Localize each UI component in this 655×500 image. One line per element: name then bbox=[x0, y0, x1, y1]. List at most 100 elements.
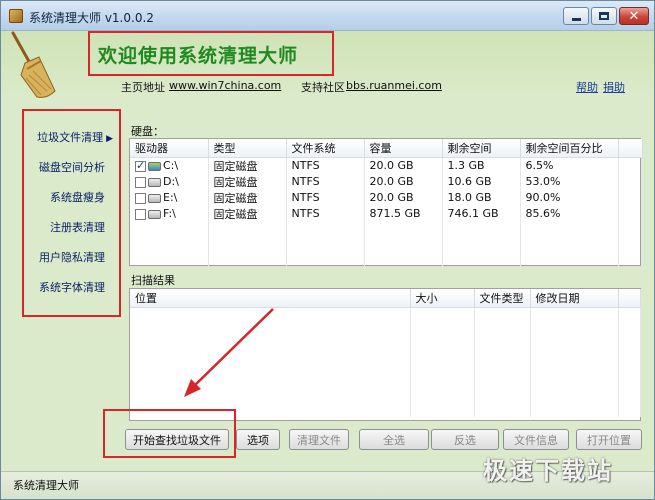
donate-link[interactable]: 捐助 bbox=[603, 79, 625, 95]
sidebar-item-fonts[interactable]: 系统字体清理 bbox=[39, 279, 105, 295]
drive-cell: C:\ bbox=[130, 157, 209, 174]
results-table-panel: 位置 大小 文件类型 修改日期 bbox=[129, 288, 641, 421]
disk-table-panel: 驱动器 类型 文件系统 容量 剩余空间 剩余空间百分比 C:\ 固定磁盘 NTF… bbox=[129, 138, 643, 270]
table-row[interactable]: F:\ 固定磁盘 NTFS 871.5 GB 746.1 GB 85.6% bbox=[130, 205, 643, 222]
column-header-modified[interactable]: 修改日期 bbox=[530, 289, 619, 308]
column-header-location[interactable]: 位置 bbox=[130, 289, 411, 308]
drive-cell: D:\ bbox=[130, 173, 209, 190]
site-watermark: 极速下载站 bbox=[483, 457, 613, 485]
help-link[interactable]: 帮助 bbox=[576, 79, 598, 95]
results-section-label: 扫描结果 bbox=[131, 274, 175, 287]
column-header-capacity[interactable]: 容量 bbox=[364, 139, 443, 158]
hard-drive-icon bbox=[148, 177, 161, 187]
status-text: 系统清理大师 bbox=[13, 479, 79, 492]
app-window: 系统清理大师 v1.0.0.2 ✕ 欢迎使用系统清理大师 主页地址 www.wi… bbox=[0, 0, 655, 500]
column-header-filetype[interactable]: 文件类型 bbox=[474, 289, 531, 308]
column-header-size[interactable]: 大小 bbox=[410, 289, 475, 308]
close-icon: ✕ bbox=[628, 8, 640, 24]
clean-files-button[interactable]: 清理文件 bbox=[289, 429, 349, 450]
hard-drive-icon bbox=[148, 209, 161, 219]
column-header-filler bbox=[618, 139, 643, 158]
maximize-button[interactable] bbox=[591, 7, 617, 25]
fs-cell: NTFS bbox=[286, 205, 365, 222]
start-scan-button[interactable]: 开始查找垃圾文件 bbox=[125, 429, 229, 450]
free-cell: 746.1 GB bbox=[442, 205, 521, 222]
drive-checkbox[interactable] bbox=[135, 208, 146, 220]
invert-selection-button[interactable]: 反选 bbox=[431, 429, 499, 450]
fs-cell: NTFS bbox=[286, 173, 365, 190]
hard-drive-icon bbox=[148, 193, 161, 203]
welcome-title: 欢迎使用系统清理大师 bbox=[98, 45, 299, 67]
free-pct-cell: 6.5% bbox=[520, 157, 619, 174]
sidebar-item-system-slim[interactable]: 系统盘瘦身 bbox=[50, 189, 105, 205]
close-button[interactable]: ✕ bbox=[619, 7, 649, 25]
sidebar-item-label: 垃圾文件清理 bbox=[37, 131, 104, 144]
window-title: 系统清理大师 v1.0.0.2 bbox=[29, 11, 154, 25]
drive-checkbox[interactable] bbox=[135, 176, 146, 188]
file-info-button[interactable]: 文件信息 bbox=[503, 429, 569, 450]
drive-letter: E:\ bbox=[163, 191, 178, 204]
table-row[interactable]: D:\ 固定磁盘 NTFS 20.0 GB 10.6 GB 53.0% bbox=[130, 173, 643, 190]
capacity-cell: 20.0 GB bbox=[364, 157, 443, 174]
column-header-drive[interactable]: 驱动器 bbox=[130, 139, 209, 158]
minimize-icon bbox=[571, 17, 581, 21]
support-label: 支持社区 bbox=[301, 81, 345, 94]
drive-checkbox[interactable] bbox=[135, 159, 146, 172]
column-header-filler bbox=[618, 289, 641, 308]
capacity-cell: 20.0 GB bbox=[364, 189, 443, 206]
column-header-fs[interactable]: 文件系统 bbox=[286, 139, 365, 158]
type-cell: 固定磁盘 bbox=[208, 205, 287, 222]
sidebar-item-label: 系统盘瘦身 bbox=[50, 191, 105, 204]
broom-icon bbox=[11, 31, 56, 98]
drive-letter: F:\ bbox=[163, 207, 176, 220]
sidebar-item-label: 系统字体清理 bbox=[39, 281, 105, 294]
chevron-right-icon: ▶ bbox=[106, 134, 113, 144]
results-table: 位置 大小 文件类型 修改日期 bbox=[130, 289, 641, 417]
disks-section-label: 硬盘： bbox=[131, 125, 164, 138]
column-header-type[interactable]: 类型 bbox=[208, 139, 287, 158]
sidebar: 垃圾文件清理 ▶ 磁盘空间分析 系统盘瘦身 注册表清理 用户隐私清理 系统字体清理 bbox=[22, 109, 121, 317]
minimize-button[interactable] bbox=[563, 7, 589, 25]
free-pct-cell: 53.0% bbox=[520, 173, 619, 190]
drive-checkbox[interactable] bbox=[135, 192, 146, 204]
free-pct-cell: 85.6% bbox=[520, 205, 619, 222]
fs-cell: NTFS bbox=[286, 157, 365, 174]
table-row[interactable]: E:\ 固定磁盘 NTFS 20.0 GB 18.0 GB 90.0% bbox=[130, 189, 643, 206]
maximize-icon bbox=[599, 12, 609, 20]
sidebar-item-label: 用户隐私清理 bbox=[39, 251, 105, 264]
disk-table-header: 驱动器 类型 文件系统 容量 剩余空间 剩余空间百分比 bbox=[130, 139, 643, 158]
free-pct-cell: 90.0% bbox=[520, 189, 619, 206]
sidebar-item-disk-analysis[interactable]: 磁盘空间分析 bbox=[39, 159, 105, 175]
free-cell: 18.0 GB bbox=[442, 189, 521, 206]
capacity-cell: 871.5 GB bbox=[364, 205, 443, 222]
open-location-button[interactable]: 打开位置 bbox=[576, 429, 642, 450]
type-cell: 固定磁盘 bbox=[208, 189, 287, 206]
fs-cell: NTFS bbox=[286, 189, 365, 206]
disk-table: 驱动器 类型 文件系统 容量 剩余空间 剩余空间百分比 C:\ 固定磁盘 NTF… bbox=[130, 139, 643, 270]
column-header-free[interactable]: 剩余空间 bbox=[442, 139, 521, 158]
home-link[interactable]: www.win7china.com bbox=[169, 79, 281, 92]
results-table-header: 位置 大小 文件类型 修改日期 bbox=[130, 289, 641, 308]
drive-letter: C:\ bbox=[163, 159, 179, 172]
support-link[interactable]: bbs.ruanmei.com bbox=[346, 79, 442, 92]
capacity-cell: 20.0 GB bbox=[364, 173, 443, 190]
options-button[interactable]: 选项 bbox=[236, 429, 280, 450]
select-all-button[interactable]: 全选 bbox=[359, 429, 429, 450]
drive-cell: F:\ bbox=[130, 205, 209, 222]
free-cell: 1.3 GB bbox=[442, 157, 521, 174]
sidebar-item-privacy[interactable]: 用户隐私清理 bbox=[39, 249, 105, 265]
column-header-free-pct[interactable]: 剩余空间百分比 bbox=[520, 139, 619, 158]
sidebar-item-label: 注册表清理 bbox=[50, 221, 105, 234]
hard-drive-icon bbox=[148, 161, 161, 171]
app-icon bbox=[9, 9, 23, 23]
header-banner: 欢迎使用系统清理大师 主页地址 www.win7china.com 支持社区 b… bbox=[1, 31, 654, 101]
free-cell: 10.6 GB bbox=[442, 173, 521, 190]
sidebar-item-registry[interactable]: 注册表清理 bbox=[50, 219, 105, 235]
drive-cell: E:\ bbox=[130, 189, 209, 206]
table-row[interactable]: C:\ 固定磁盘 NTFS 20.0 GB 1.3 GB 6.5% bbox=[130, 157, 643, 174]
sidebar-item-junk-files[interactable]: 垃圾文件清理 ▶ bbox=[37, 129, 113, 145]
welcome-highlight: 欢迎使用系统清理大师 bbox=[88, 31, 334, 76]
home-label: 主页地址 bbox=[121, 81, 165, 94]
title-bar[interactable]: 系统清理大师 v1.0.0.2 ✕ bbox=[1, 1, 654, 31]
type-cell: 固定磁盘 bbox=[208, 173, 287, 190]
